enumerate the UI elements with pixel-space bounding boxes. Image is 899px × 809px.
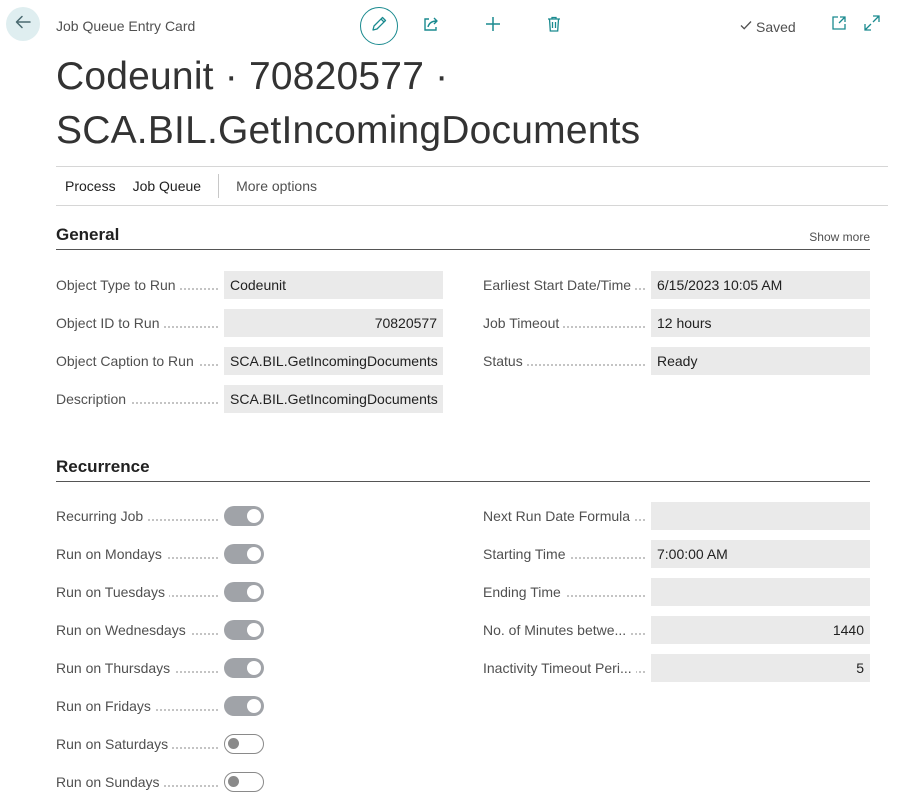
field-object-type-to-run: Object Type to Run [56, 271, 224, 299]
show-more-link[interactable]: Show more [809, 230, 870, 244]
field-object-id-to-run: Object ID to Run [56, 309, 224, 337]
toggle-knob [247, 585, 261, 599]
field-run-on-fridays: Run on Fridays [56, 692, 224, 720]
plus-icon [484, 15, 502, 38]
field-label: Next Run Date Formula [483, 502, 651, 530]
toggle-knob [228, 776, 239, 787]
job-timeout-input[interactable]: 12 hours [651, 309, 870, 337]
field-run-on-tuesdays: Run on Tuesdays [56, 578, 224, 606]
ending-time-input[interactable] [651, 578, 870, 606]
recurrence-section-title: Recurrence [56, 457, 150, 476]
back-button[interactable] [6, 7, 40, 41]
open-in-new-window-icon [830, 14, 848, 37]
general-section-header[interactable]: General Show more [56, 224, 870, 250]
process-menu[interactable]: Process [65, 178, 116, 194]
earliest-start-date-time-input[interactable]: 6/15/2023 10:05 AM [651, 271, 870, 299]
field-label: Job Timeout [483, 309, 651, 337]
toggle-knob [247, 509, 261, 523]
expand-icon [863, 14, 881, 37]
field-label: Earliest Start Date/Time [483, 271, 651, 299]
open-in-new-window-button[interactable] [830, 14, 848, 37]
run-on-mondays-toggle[interactable] [224, 544, 264, 564]
new-button[interactable] [482, 15, 504, 37]
general-section-title: General [56, 225, 120, 244]
description-input[interactable]: SCA.BIL.GetIncomingDocuments [224, 385, 443, 413]
page-title: Codeunit · 70820577 · SCA.BIL.GetIncomin… [56, 55, 641, 152]
field-recurring-job: Recurring Job [56, 502, 224, 530]
field-inactivity-timeout-period: Inactivity Timeout Peri... [483, 654, 651, 682]
field-description: Description [56, 385, 224, 413]
run-on-tuesdays-toggle[interactable] [224, 582, 264, 602]
field-job-timeout: Job Timeout [483, 309, 651, 337]
object-caption-to-run-value: SCA.BIL.GetIncomingDocuments [224, 347, 443, 375]
field-label: Ending Time [483, 578, 651, 606]
run-on-saturdays-toggle[interactable] [224, 734, 264, 754]
trash-icon [545, 15, 563, 38]
field-next-run-date-formula: Next Run Date Formula [483, 502, 651, 530]
field-run-on-wednesdays: Run on Wednesdays [56, 616, 224, 644]
field-label: Recurring Job [56, 502, 224, 530]
recurrence-section-header[interactable]: Recurrence [56, 456, 870, 482]
toggle-knob [228, 738, 239, 749]
object-type-to-run-input[interactable]: Codeunit [224, 271, 443, 299]
field-label: Object Type to Run [56, 271, 224, 299]
field-earliest-start-date-time: Earliest Start Date/Time [483, 271, 651, 299]
checkmark-icon [739, 18, 753, 35]
delete-button[interactable] [543, 15, 565, 37]
action-bar: Process Job Queue More options [56, 166, 888, 206]
toggle-knob [247, 699, 261, 713]
run-on-sundays-toggle[interactable] [224, 772, 264, 792]
field-label: Object Caption to Run [56, 347, 224, 375]
status-value: Ready [651, 347, 870, 375]
next-run-date-formula-input[interactable] [651, 502, 870, 530]
field-status: Status [483, 347, 651, 375]
page-type-caption: Job Queue Entry Card [56, 18, 196, 34]
run-on-fridays-toggle[interactable] [224, 696, 264, 716]
minutes-between-runs-input[interactable]: 1440 [651, 616, 870, 644]
field-label: Status [483, 347, 651, 375]
action-separator [218, 174, 220, 198]
card-toolbar [360, 7, 565, 45]
field-minutes-between-runs: No. of Minutes betwe... [483, 616, 651, 644]
share-button[interactable] [420, 15, 442, 37]
edit-button[interactable] [360, 7, 398, 45]
object-id-to-run-input[interactable]: 70820577 [224, 309, 443, 337]
starting-time-input[interactable]: 7:00:00 AM [651, 540, 870, 568]
field-label: Inactivity Timeout Peri... [483, 654, 651, 682]
field-run-on-saturdays: Run on Saturdays [56, 730, 224, 758]
saved-label: Saved [756, 18, 796, 35]
pencil-icon [370, 15, 388, 38]
toggle-knob [247, 547, 261, 561]
field-label: Starting Time [483, 540, 651, 568]
field-label: Object ID to Run [56, 309, 224, 337]
field-label: Run on Tuesdays [56, 578, 224, 606]
saved-indicator: Saved [739, 18, 796, 35]
field-label: Run on Thursdays [56, 654, 224, 682]
field-label: Run on Wednesdays [56, 616, 224, 644]
more-options-button[interactable]: More options [236, 178, 317, 194]
field-label: Description [56, 385, 224, 413]
field-ending-time: Ending Time [483, 578, 651, 606]
share-icon [422, 15, 440, 38]
field-run-on-sundays: Run on Sundays [56, 768, 224, 796]
field-label: Run on Mondays [56, 540, 224, 568]
arrow-left-icon [14, 13, 32, 36]
field-starting-time: Starting Time [483, 540, 651, 568]
field-label: Run on Fridays [56, 692, 224, 720]
run-on-thursdays-toggle[interactable] [224, 658, 264, 678]
field-label: No. of Minutes betwe... [483, 616, 651, 644]
expand-button[interactable] [863, 14, 881, 37]
field-label: Run on Saturdays [56, 730, 224, 758]
job-queue-menu[interactable]: Job Queue [133, 178, 202, 194]
toggle-knob [247, 661, 261, 675]
recurring-job-toggle[interactable] [224, 506, 264, 526]
field-object-caption-to-run: Object Caption to Run [56, 347, 224, 375]
inactivity-timeout-period-input[interactable]: 5 [651, 654, 870, 682]
field-label: Run on Sundays [56, 768, 224, 796]
run-on-wednesdays-toggle[interactable] [224, 620, 264, 640]
toggle-knob [247, 623, 261, 637]
field-run-on-mondays: Run on Mondays [56, 540, 224, 568]
field-run-on-thursdays: Run on Thursdays [56, 654, 224, 682]
